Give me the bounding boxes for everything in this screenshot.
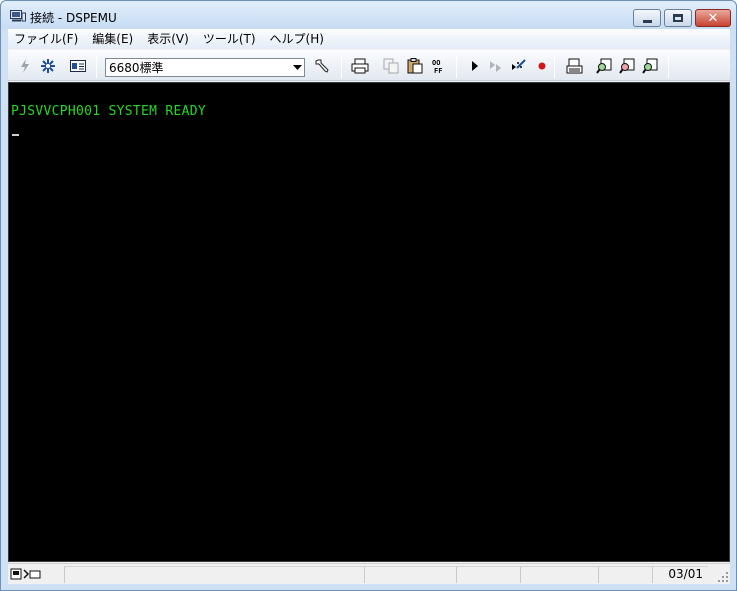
profile-select-value: 6680標準 (109, 61, 164, 75)
terminal-icon (566, 58, 582, 74)
step-icon (490, 61, 501, 72)
terminal-settings-button[interactable] (565, 57, 583, 75)
cursor-position: 03/01 (652, 566, 708, 583)
toolbar-separator (456, 55, 457, 78)
connect-icon (21, 59, 29, 73)
terminal-cursor (12, 134, 19, 136)
toolbar-separator (96, 55, 97, 78)
chevron-down-icon[interactable] (290, 59, 304, 76)
paste-icon (407, 58, 423, 74)
status-cell-2 (364, 566, 456, 583)
copy-button[interactable] (382, 57, 400, 75)
maximize-icon (673, 14, 683, 22)
record-icon (538, 62, 546, 70)
status-cell-3 (456, 566, 520, 583)
resize-grip-icon[interactable] (717, 571, 729, 583)
svg-text:OO: OO (432, 59, 440, 67)
wrench-icon (315, 59, 329, 73)
menu-tools[interactable]: ツール(T) (196, 29, 263, 49)
close-icon: ✕ (707, 10, 719, 26)
connection-status-icon (10, 568, 41, 580)
form-feed-button[interactable]: OO FF (429, 57, 447, 75)
terminal-status-line: PJSVVCPH001 SYSTEM READY (11, 104, 207, 119)
asterisk-icon (41, 59, 55, 73)
close-button[interactable]: ✕ (695, 9, 731, 27)
status-cell-1 (64, 566, 364, 583)
connect-button[interactable] (16, 57, 34, 75)
menu-edit[interactable]: 編集(E) (85, 29, 140, 49)
card-icon (70, 60, 86, 72)
minimize-button[interactable] (633, 9, 661, 27)
title-bar[interactable]: 接続 - DSPEMU ✕ (1, 1, 736, 29)
step-macro-button[interactable] (487, 57, 505, 75)
off-icon: OO FF (432, 59, 442, 74)
profile-select[interactable]: 6680標準 (105, 58, 305, 77)
paste-button[interactable] (406, 57, 424, 75)
search-button-2[interactable] (618, 57, 636, 75)
card-button[interactable] (69, 57, 87, 75)
search-1-icon (596, 58, 612, 74)
menu-help[interactable]: ヘルプ(H) (263, 29, 331, 49)
play-icon (472, 61, 478, 71)
status-bar: 03/01 (8, 563, 730, 584)
asterisk-button[interactable] (39, 57, 57, 75)
svg-text:FF: FF (434, 67, 442, 74)
settings-button[interactable] (314, 57, 332, 75)
search-button-1[interactable] (595, 57, 613, 75)
terminal-screen[interactable]: PJSVVCPH001 SYSTEM READY (8, 82, 730, 562)
copy-icon (383, 58, 399, 74)
run-macro-button[interactable] (466, 57, 484, 75)
print-button[interactable] (351, 57, 369, 75)
record-macro-button[interactable] (533, 57, 551, 75)
search-2-icon (619, 58, 635, 74)
search-3-icon (642, 58, 658, 74)
terminal-app-icon (10, 10, 26, 22)
status-cell-4 (520, 566, 598, 583)
toolbar-separator (668, 55, 669, 78)
toolbar: 6680標準 OO FF (8, 50, 730, 81)
menu-bar: ファイル(F) 編集(E) 表示(V) ツール(T) ヘルプ(H) (8, 29, 730, 49)
printer-icon (351, 58, 369, 74)
status-cell-5 (598, 566, 652, 583)
search-button-3[interactable] (641, 57, 659, 75)
toolbar-separator (341, 55, 342, 78)
minimize-icon (642, 20, 652, 23)
edit-macro-button[interactable] (510, 57, 528, 75)
window-title: 接続 - DSPEMU (30, 11, 117, 25)
menu-view[interactable]: 表示(V) (140, 29, 196, 49)
toolbar-separator (554, 55, 555, 78)
client-area: ファイル(F) 編集(E) 表示(V) ツール(T) ヘルプ(H) 6680標準… (8, 29, 730, 584)
app-window: 接続 - DSPEMU ✕ ファイル(F) 編集(E) 表示(V) ツール(T)… (0, 0, 737, 591)
macro-icon (512, 59, 526, 70)
maximize-button[interactable] (664, 9, 692, 27)
menu-file[interactable]: ファイル(F) (8, 29, 85, 49)
